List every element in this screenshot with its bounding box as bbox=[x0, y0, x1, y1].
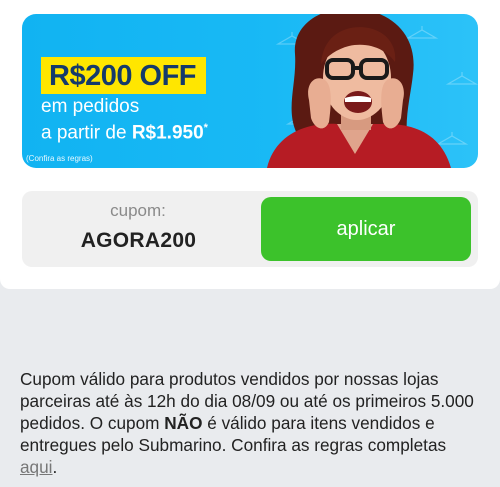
banner-rules-link[interactable]: (Confira as regras) bbox=[26, 154, 93, 164]
banner-text-line1: em pedidos bbox=[41, 96, 140, 117]
coupon-label: cupom: bbox=[110, 201, 166, 220]
coupon-code-value[interactable]: AGORA200 bbox=[72, 229, 205, 253]
terms-link-aqui[interactable]: aqui bbox=[20, 457, 53, 477]
promo-banner[interactable]: R$200 OFF em pedidos a partir de R$1.950… bbox=[22, 14, 478, 168]
coupon-input-area: cupom: AGORA200 aplicar bbox=[22, 191, 478, 267]
apply-coupon-button[interactable]: aplicar bbox=[261, 197, 471, 261]
terms-end: . bbox=[52, 457, 58, 477]
banner-min-amount: R$1.950 bbox=[131, 122, 204, 144]
banner-asterisk: * bbox=[203, 122, 208, 134]
discount-badge: R$200 OFF bbox=[41, 57, 206, 94]
terms-emphasis: NÃO bbox=[164, 413, 203, 433]
banner-text-line2: a partir de R$1.950* bbox=[41, 117, 208, 144]
excited-woman-illustration bbox=[267, 14, 451, 168]
coupon-terms-text: Cupom válido para produtos vendidos por … bbox=[20, 368, 482, 478]
banner-min-prefix: a partir de bbox=[41, 122, 132, 144]
coupon-card: R$200 OFF em pedidos a partir de R$1.950… bbox=[0, 0, 500, 289]
